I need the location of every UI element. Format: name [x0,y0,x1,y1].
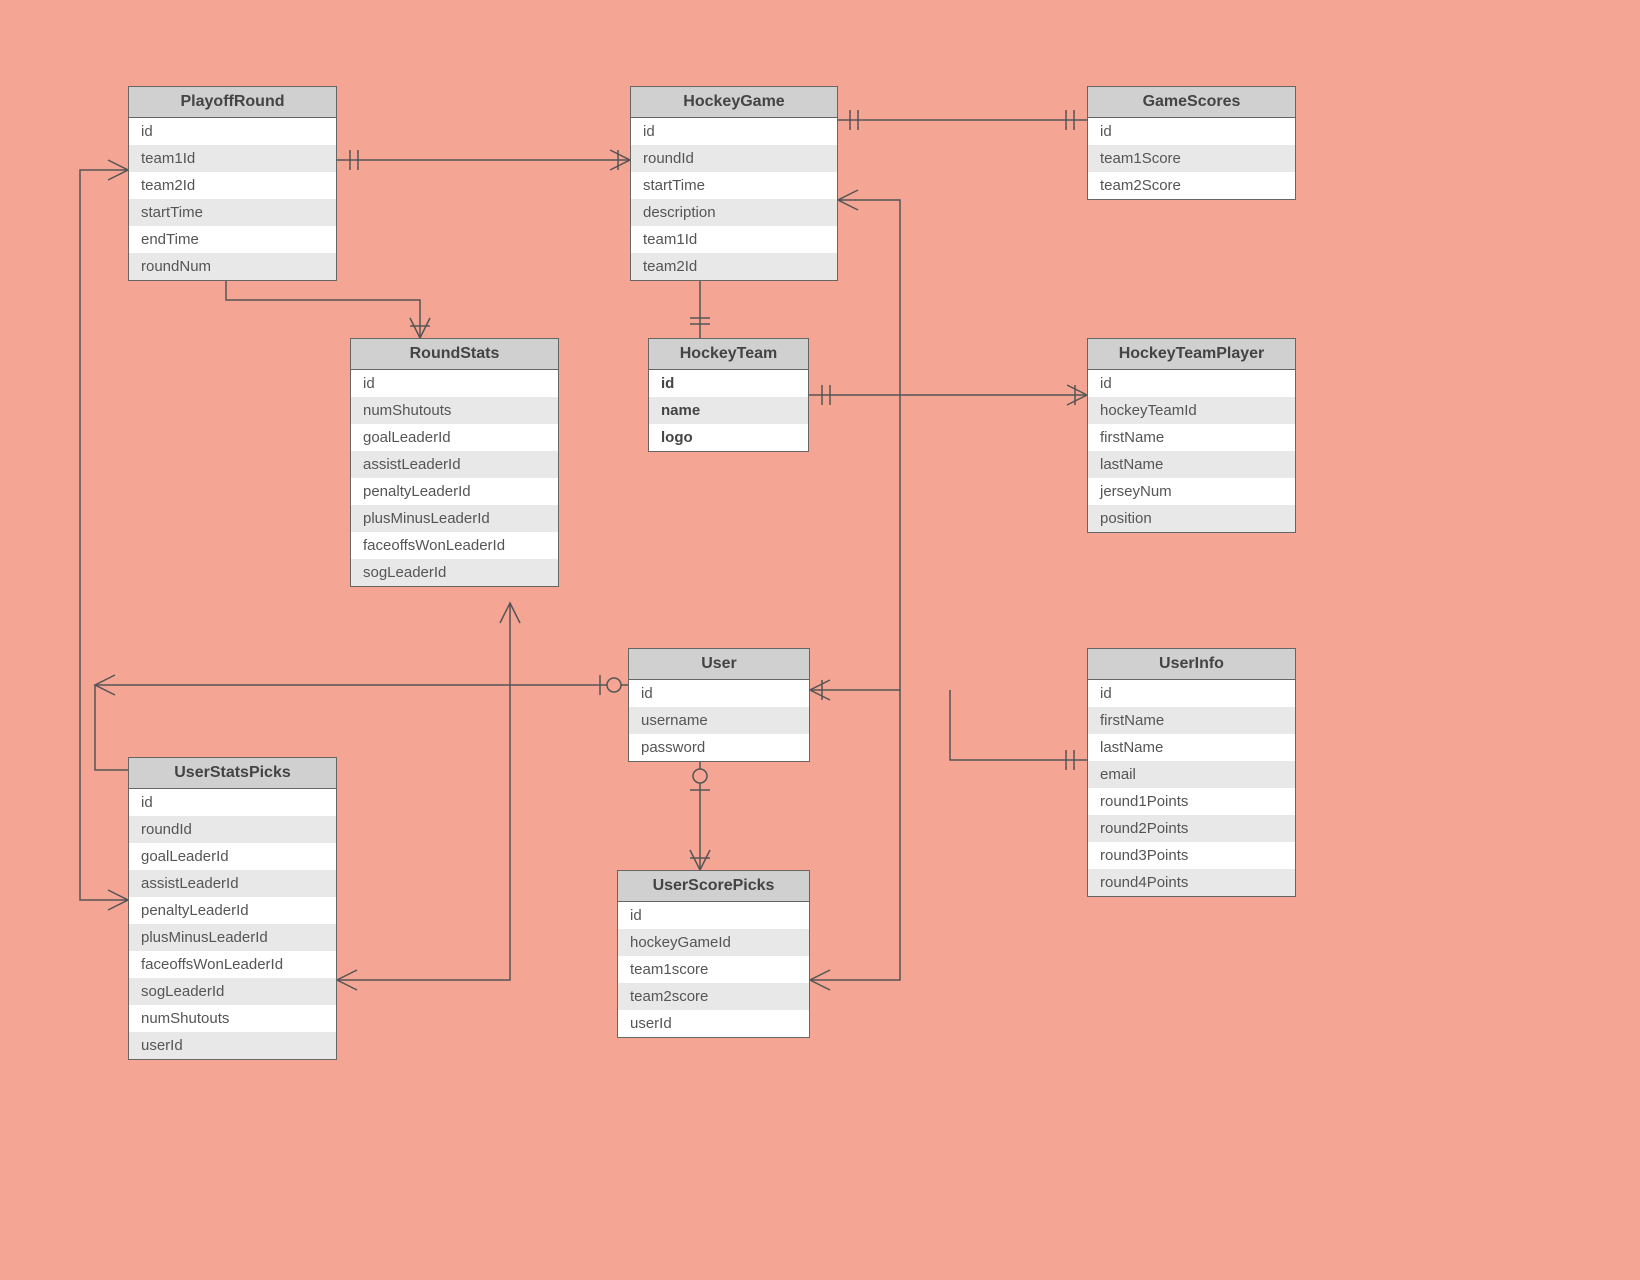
field: position [1088,505,1295,532]
entity-title: User [629,649,809,680]
entity-game-scores: GameScores id team1Score team2Score [1087,86,1296,200]
field: startTime [631,172,837,199]
field: id [129,789,336,816]
entity-title: UserScorePicks [618,871,809,902]
field: plusMinusLeaderId [129,924,336,951]
field: team1Id [129,145,336,172]
field: numShutouts [351,397,558,424]
field: sogLeaderId [129,978,336,1005]
entity-hockey-team-player: HockeyTeamPlayer id hockeyTeamId firstNa… [1087,338,1296,533]
field: description [631,199,837,226]
field: round4Points [1088,869,1295,896]
field: id [1088,370,1295,397]
entity-user: User id username password [628,648,810,762]
field: assistLeaderId [129,870,336,897]
entity-hockey-team: HockeyTeam id name logo [648,338,809,452]
field: username [629,707,809,734]
field: roundNum [129,253,336,280]
field: faceoffsWonLeaderId [351,532,558,559]
entity-round-stats: RoundStats id numShutouts goalLeaderId a… [350,338,559,587]
entity-title: UserStatsPicks [129,758,336,789]
field: lastName [1088,734,1295,761]
field: firstName [1088,707,1295,734]
field: userId [129,1032,336,1059]
field: name [649,397,808,424]
field: id [129,118,336,145]
entity-user-info: UserInfo id firstName lastName email rou… [1087,648,1296,897]
field: round3Points [1088,842,1295,869]
field: penaltyLeaderId [129,897,336,924]
entity-hockey-game: HockeyGame id roundId startTime descript… [630,86,838,281]
field: team2Score [1088,172,1295,199]
field: faceoffsWonLeaderId [129,951,336,978]
field: hockeyGameId [618,929,809,956]
entity-user-stats-picks: UserStatsPicks id roundId goalLeaderId a… [128,757,337,1060]
field: sogLeaderId [351,559,558,586]
field: numShutouts [129,1005,336,1032]
entity-title: GameScores [1088,87,1295,118]
field: startTime [129,199,336,226]
field: endTime [129,226,336,253]
field: firstName [1088,424,1295,451]
field: id [618,902,809,929]
field: team1Score [1088,145,1295,172]
field: id [631,118,837,145]
field: team2Id [129,172,336,199]
entity-title: RoundStats [351,339,558,370]
field: goalLeaderId [129,843,336,870]
field: jerseyNum [1088,478,1295,505]
field: password [629,734,809,761]
entity-title: UserInfo [1088,649,1295,680]
entity-playoff-round: PlayoffRound id team1Id team2Id startTim… [128,86,337,281]
entity-title: HockeyGame [631,87,837,118]
field: id [351,370,558,397]
field: team1Id [631,226,837,253]
field: round1Points [1088,788,1295,815]
field: userId [618,1010,809,1037]
field: id [1088,118,1295,145]
field: roundId [631,145,837,172]
field: email [1088,761,1295,788]
field: roundId [129,816,336,843]
field: goalLeaderId [351,424,558,451]
field: id [1088,680,1295,707]
field: logo [649,424,808,451]
field: team2score [618,983,809,1010]
entity-title: HockeyTeamPlayer [1088,339,1295,370]
entity-title: PlayoffRound [129,87,336,118]
field: penaltyLeaderId [351,478,558,505]
field: id [649,370,808,397]
field: plusMinusLeaderId [351,505,558,532]
field: id [629,680,809,707]
field: hockeyTeamId [1088,397,1295,424]
field: team1score [618,956,809,983]
entity-title: HockeyTeam [649,339,808,370]
field: team2Id [631,253,837,280]
field: round2Points [1088,815,1295,842]
entity-user-score-picks: UserScorePicks id hockeyGameId team1scor… [617,870,810,1038]
field: lastName [1088,451,1295,478]
field: assistLeaderId [351,451,558,478]
